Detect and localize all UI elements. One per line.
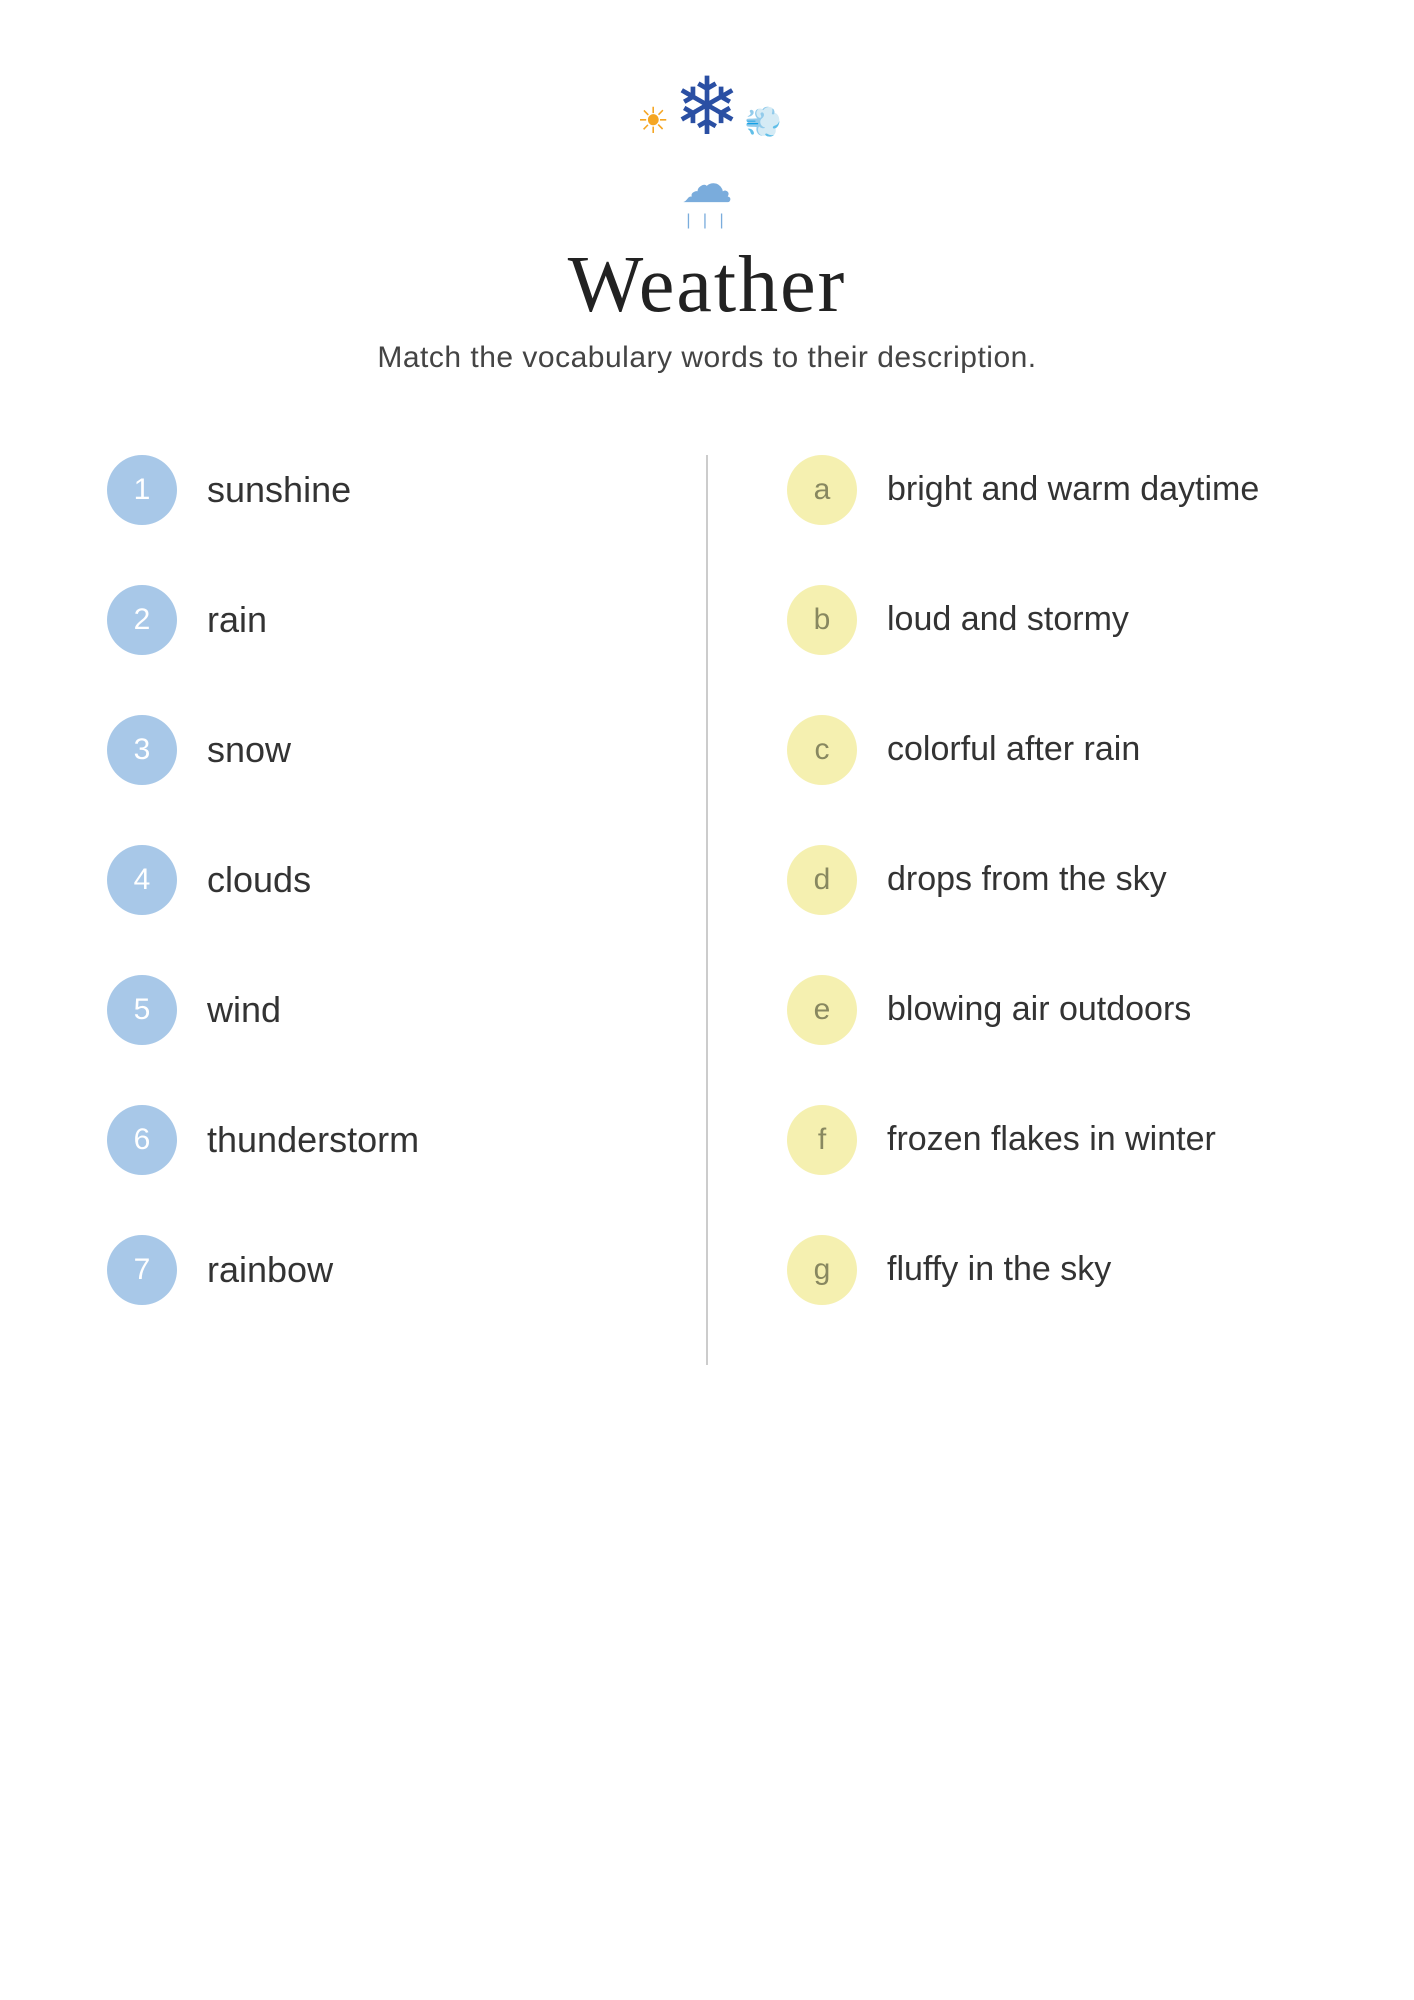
page-subtitle: Match the vocabulary words to their desc… [377, 341, 1036, 375]
number-badge: 2 [107, 585, 177, 655]
description-text: loud and stormy [887, 597, 1129, 643]
description-item: g fluffy in the sky [787, 1235, 1307, 1305]
vocab-item: 1 sunshine [107, 455, 627, 525]
letter-badge: d [787, 845, 857, 915]
description-text: bright and warm daytime [887, 467, 1259, 513]
vocabulary-column: 1 sunshine 2 rain 3 snow 4 clouds 5 wind… [107, 455, 707, 1365]
number-badge: 4 [107, 845, 177, 915]
vocab-word: clouds [207, 859, 311, 901]
vocab-item: 3 snow [107, 715, 627, 785]
letter-badge: g [787, 1235, 857, 1305]
page-header: ❄ ☀ 💨 ☁ | | | Weather Match the vocabula… [377, 60, 1036, 375]
description-text: fluffy in the sky [887, 1247, 1111, 1293]
letter-badge: e [787, 975, 857, 1045]
weather-icon-cluster: ❄ ☀ 💨 ☁ | | | [627, 60, 787, 220]
rain-drops-icon: | | | [686, 212, 727, 230]
description-item: e blowing air outdoors [787, 975, 1307, 1045]
description-text: blowing air outdoors [887, 987, 1191, 1033]
description-item: b loud and stormy [787, 585, 1307, 655]
page-title: Weather [568, 240, 847, 331]
cloud-icon: ☁ [681, 155, 733, 215]
description-text: drops from the sky [887, 857, 1167, 903]
column-divider [706, 455, 708, 1365]
vocab-word: sunshine [207, 469, 351, 511]
number-badge: 7 [107, 1235, 177, 1305]
vocab-item: 2 rain [107, 585, 627, 655]
description-text: colorful after rain [887, 727, 1140, 773]
description-item: f frozen flakes in winter [787, 1105, 1307, 1175]
letter-badge: f [787, 1105, 857, 1175]
number-badge: 3 [107, 715, 177, 785]
letter-badge: a [787, 455, 857, 525]
number-badge: 1 [107, 455, 177, 525]
vocab-item: 5 wind [107, 975, 627, 1045]
description-item: d drops from the sky [787, 845, 1307, 915]
vocab-item: 7 rainbow [107, 1235, 627, 1305]
vocab-word: rainbow [207, 1249, 333, 1291]
letter-badge: c [787, 715, 857, 785]
sun-icon: ☀ [637, 100, 669, 142]
description-item: a bright and warm daytime [787, 455, 1307, 525]
vocab-word: thunderstorm [207, 1119, 419, 1161]
number-badge: 5 [107, 975, 177, 1045]
description-item: c colorful after rain [787, 715, 1307, 785]
letter-badge: b [787, 585, 857, 655]
snowflake-icon: ❄ [673, 60, 740, 153]
vocab-word: wind [207, 989, 281, 1031]
vocab-item: 6 thunderstorm [107, 1105, 627, 1175]
vocab-word: snow [207, 729, 291, 771]
description-text: frozen flakes in winter [887, 1117, 1216, 1163]
main-content: 1 sunshine 2 rain 3 snow 4 clouds 5 wind… [107, 455, 1307, 1365]
vocab-word: rain [207, 599, 267, 641]
wind-icon: 💨 [745, 105, 782, 140]
vocab-item: 4 clouds [107, 845, 627, 915]
description-column: a bright and warm daytime b loud and sto… [707, 455, 1307, 1365]
number-badge: 6 [107, 1105, 177, 1175]
